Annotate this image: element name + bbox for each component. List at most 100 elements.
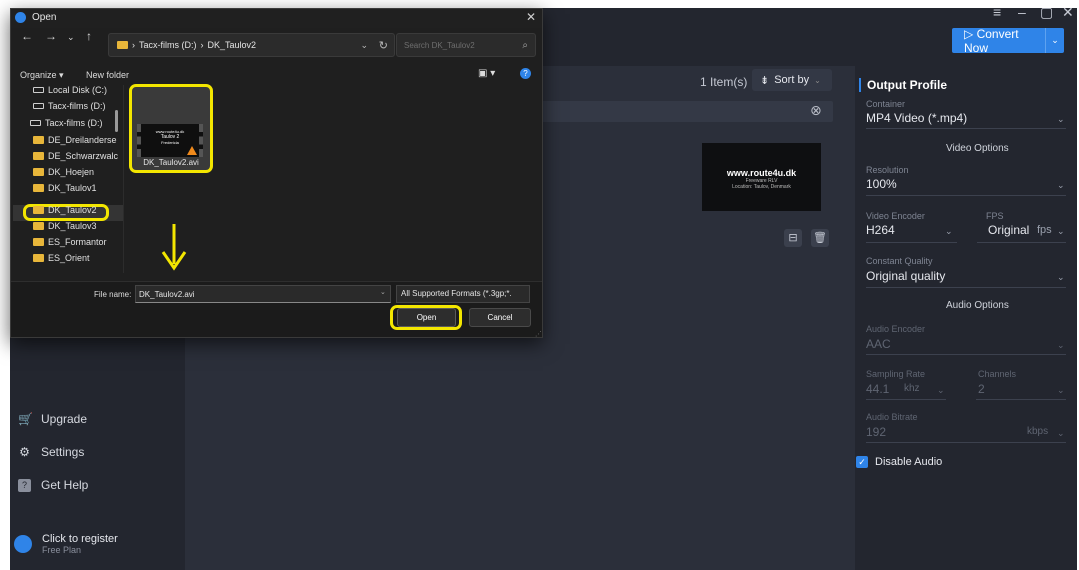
container-label: Container: [866, 99, 906, 109]
help-icon[interactable]: ?: [520, 68, 531, 79]
settings-label: Settings: [41, 445, 85, 459]
fps-unit: fps: [1037, 224, 1052, 236]
chevron-down-icon[interactable]: ⌄: [380, 288, 386, 296]
chevron-down-icon: ⌄: [1057, 428, 1065, 438]
tree-item-label: ES_Formantor: [48, 237, 107, 247]
audio-encoder-label: Audio Encoder: [866, 324, 926, 334]
path-separator-icon: ›: [132, 40, 135, 50]
video-encoder-select[interactable]: H264: [866, 223, 895, 237]
tree-item[interactable]: Tacx-films (D:): [30, 118, 103, 128]
tree-item-label: ES_Orient: [48, 253, 90, 263]
channels-label: Channels: [978, 369, 1017, 379]
folder-icon: [33, 206, 44, 214]
file-type-filter-select[interactable]: All Supported Formats (*.3gp;*.: [396, 285, 530, 303]
thumb-location: Location: Taulov, Denmark: [732, 184, 791, 190]
tree-item[interactable]: Local Disk (C:): [33, 85, 107, 95]
items-count: 1 Item(s): [700, 75, 748, 89]
checkmark-icon: ✓: [856, 456, 868, 468]
container-select[interactable]: MP4 Video (*.mp4): [866, 111, 967, 125]
audio-encoder-select[interactable]: AAC: [866, 337, 891, 351]
restore-icon[interactable]: ▢: [1040, 4, 1053, 21]
sampling-rate-label: Sampling Rate: [866, 369, 926, 379]
cancel-button[interactable]: Cancel: [469, 308, 531, 327]
organize-menu[interactable]: Organize ▾: [20, 70, 64, 81]
drive-icon: [33, 103, 44, 109]
menu-icon[interactable]: ≡: [993, 4, 1001, 20]
sidebar-item-get-help[interactable]: ? Get Help: [18, 478, 88, 492]
search-input[interactable]: Search DK_Taulov2 ⌕: [396, 33, 536, 57]
file-row[interactable]: [521, 101, 833, 122]
breadcrumb-drive[interactable]: Tacx-films (D:): [139, 40, 197, 50]
constant-quality-select[interactable]: Original quality: [866, 269, 945, 283]
output-profile-panel: [855, 66, 1077, 570]
tree-item-label: DE_Dreilanderse: [48, 135, 117, 145]
chevron-down-icon[interactable]: ⌄: [1045, 28, 1064, 53]
fps-select[interactable]: Original: [988, 223, 1029, 237]
folder-icon: [33, 152, 44, 160]
close-app-icon[interactable]: ✕: [1062, 4, 1074, 21]
play-icon: ▷: [964, 26, 977, 41]
tree-item-label: Tacx-films (D:): [48, 101, 106, 111]
remove-file-icon[interactable]: ⊗: [810, 102, 822, 119]
file-name-input[interactable]: [135, 285, 391, 303]
edit-icon[interactable]: ⊟: [784, 229, 802, 247]
up-arrow-icon[interactable]: ↑: [86, 29, 92, 43]
tree-item[interactable]: DK_Taulov3: [33, 221, 97, 231]
convert-now-button[interactable]: ▷ Convert Now ⌄: [952, 26, 1064, 55]
tree-item[interactable]: ES_Orient: [33, 253, 90, 263]
sidebar-item-settings[interactable]: ⚙ Settings: [18, 445, 84, 459]
tree-item[interactable]: DK_Taulov2: [33, 205, 97, 215]
chevron-down-icon[interactable]: ⌄: [360, 40, 368, 51]
trash-icon[interactable]: 🗑: [811, 229, 829, 247]
tree-item[interactable]: DE_Dreilanderse: [33, 135, 117, 145]
chevron-down-icon: ⌄: [1057, 272, 1065, 282]
address-bar[interactable]: › Tacx-films (D:) › DK_Taulov2 ⌄ ↻: [108, 33, 395, 57]
file-type-filter-value: All Supported Formats (*.3gp;*.: [401, 289, 512, 298]
new-folder-button[interactable]: New folder: [86, 70, 129, 80]
tree-item[interactable]: DK_Hoejen: [33, 167, 94, 177]
tree-item-label: Tacx-films (D:): [45, 118, 103, 128]
resize-grip-icon[interactable]: ⋰: [535, 330, 542, 338]
output-profile-title: Output Profile: [859, 78, 947, 92]
tree-item-label: Local Disk (C:): [48, 85, 108, 95]
close-icon[interactable]: ✕: [526, 10, 536, 24]
drive-icon: [30, 120, 41, 126]
back-arrow-icon[interactable]: ←: [21, 29, 33, 43]
tree-item-label: DK_Hoejen: [48, 167, 95, 177]
tree-scrollbar[interactable]: [115, 110, 118, 132]
video-thumbnail: www.route4u.dk Freeware RLV Location: Ta…: [702, 143, 821, 211]
constant-quality-label: Constant Quality: [866, 256, 933, 266]
register-area[interactable]: Click to register Free Plan: [14, 533, 118, 555]
drive-icon: [33, 87, 44, 93]
folder-icon: [117, 41, 128, 49]
view-options-icon[interactable]: ▣ ▾: [478, 68, 495, 79]
breadcrumb-folder[interactable]: DK_Taulov2: [208, 40, 257, 50]
tree-item[interactable]: ES_Formantor: [33, 237, 107, 247]
tree-item[interactable]: DE_Schwarzwalc: [33, 151, 118, 161]
channels-select[interactable]: 2: [978, 382, 985, 396]
sidebar-item-upgrade[interactable]: 🛒 Upgrade: [18, 412, 87, 426]
chevron-down-icon: ⌄: [945, 226, 953, 236]
path-separator-icon: ›: [200, 40, 204, 50]
video-encoder-label: Video Encoder: [866, 211, 925, 221]
tree-item[interactable]: DK_Taulov1: [33, 183, 97, 193]
disable-audio-checkbox[interactable]: ✓ Disable Audio: [856, 456, 942, 468]
sampling-rate-select[interactable]: 44.1: [866, 382, 889, 396]
help-icon: ?: [18, 478, 31, 492]
audio-bitrate-select[interactable]: 192: [866, 425, 886, 439]
app-logo-icon: [15, 12, 26, 23]
refresh-icon[interactable]: ↻: [379, 39, 388, 52]
resolution-select[interactable]: 100%: [866, 177, 897, 191]
tree-item[interactable]: Tacx-films (D:): [33, 101, 106, 111]
recent-locations-chevron-icon[interactable]: ⌄: [67, 32, 75, 43]
plan-label: Free Plan: [42, 545, 82, 555]
disable-audio-label: Disable Audio: [875, 456, 943, 468]
sort-by-label: Sort by: [774, 74, 810, 86]
sort-icon: ⇟: [760, 74, 770, 87]
get-help-label: Get Help: [41, 478, 89, 492]
video-options-heading: Video Options: [946, 143, 1009, 154]
forward-arrow-icon[interactable]: →: [45, 29, 57, 43]
minimize-icon[interactable]: –: [1018, 4, 1026, 20]
sort-by-dropdown[interactable]: ⇟ Sort by ⌄: [752, 69, 832, 91]
tree-item-label: DK_Taulov3: [48, 221, 97, 231]
